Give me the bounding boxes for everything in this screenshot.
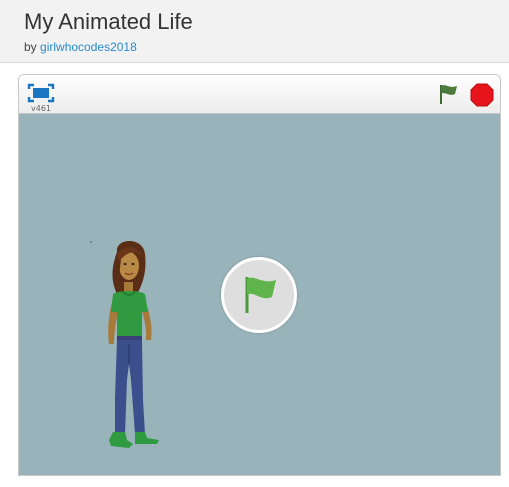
project-header: My Animated Life by girlwhocodes2018 [0, 0, 509, 62]
by-label: by [24, 40, 37, 54]
green-flag-button[interactable] [437, 82, 461, 106]
player-toolbar: v461 [19, 75, 500, 114]
play-flag-icon [245, 277, 276, 313]
stop-icon [470, 83, 494, 107]
stage-speck [90, 241, 92, 243]
stop-button[interactable] [470, 83, 494, 107]
green-flag-overlay[interactable] [221, 257, 297, 333]
green-flag-icon [440, 85, 457, 104]
version-label: v461 [31, 104, 52, 113]
author-link[interactable]: girlwhocodes2018 [40, 40, 137, 54]
fullscreen-icon [27, 83, 55, 103]
fullscreen-button[interactable] [27, 83, 55, 103]
stage[interactable] [19, 114, 500, 475]
project-byline: by girlwhocodes2018 [24, 40, 137, 54]
girl-sprite [108, 241, 159, 448]
project-title: My Animated Life [24, 9, 193, 34]
scratch-player: v461 [18, 74, 501, 476]
